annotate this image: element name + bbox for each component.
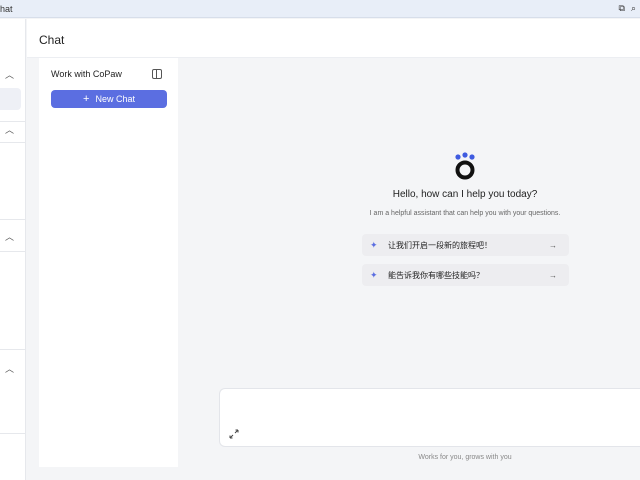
suggestion-text: 让我们开启一段新的旅程吧！ [388,240,492,250]
sidebar-divider [0,251,26,252]
browser-icons: ⧉ ⌕ [619,3,636,14]
new-chat-label: New Chat [95,94,135,104]
sidebar-divider [0,121,26,122]
chevron-up-icon[interactable]: ︿ [5,123,14,136]
chevron-up-icon[interactable]: ︿ [5,362,14,375]
sparkle-icon: ✦ [370,239,378,250]
chevron-up-icon[interactable]: ︿ [5,230,14,243]
chat-list-panel: Work with CoPaw + New Chat [39,58,178,467]
chat-input[interactable] [230,397,630,427]
browser-tab-title: hat [0,4,13,14]
welcome-subtitle: I am a helpful assistant that can help y… [369,210,561,217]
chevron-up-icon[interactable]: ︿ [5,68,14,81]
copaw-logo-icon [455,152,475,180]
sidebar-divider [0,349,26,350]
footer-tagline: Works for you, grows with you [418,454,512,461]
suggestion-item[interactable]: ✦ 能告诉我你有哪些技能吗？ → [362,264,569,286]
new-chat-button[interactable]: + New Chat [51,90,167,108]
page-title: Chat [39,33,65,47]
panel-title: Work with CoPaw [51,69,122,79]
sidebar-divider [0,433,26,434]
suggestion-text: 能告诉我你有哪些技能吗？ [388,270,484,280]
chat-input-box [219,388,640,447]
arrow-right-icon: → [549,240,557,250]
sidebar-item-selected[interactable] [0,88,21,110]
plus-icon: + [83,92,90,105]
app-sidebar: ︿ ︿ ︿ ︿ [0,19,26,480]
arrow-right-icon: → [549,270,557,280]
welcome-title: Hello, how can I help you today? [392,189,538,200]
sidebar-divider [0,142,26,143]
sidebar-toggle-icon[interactable] [152,69,162,79]
page-header: Chat [27,19,640,58]
zoom-icon[interactable]: ⌕ [631,3,636,14]
translate-icon[interactable]: ⧉ [619,3,625,14]
expand-icon[interactable] [229,429,239,439]
sparkle-icon: ✦ [370,269,378,280]
browser-toolbar: hat ⧉ ⌕ [0,0,640,18]
sidebar-divider [0,219,26,220]
suggestion-item[interactable]: ✦ 让我们开启一段新的旅程吧！ → [362,234,569,256]
